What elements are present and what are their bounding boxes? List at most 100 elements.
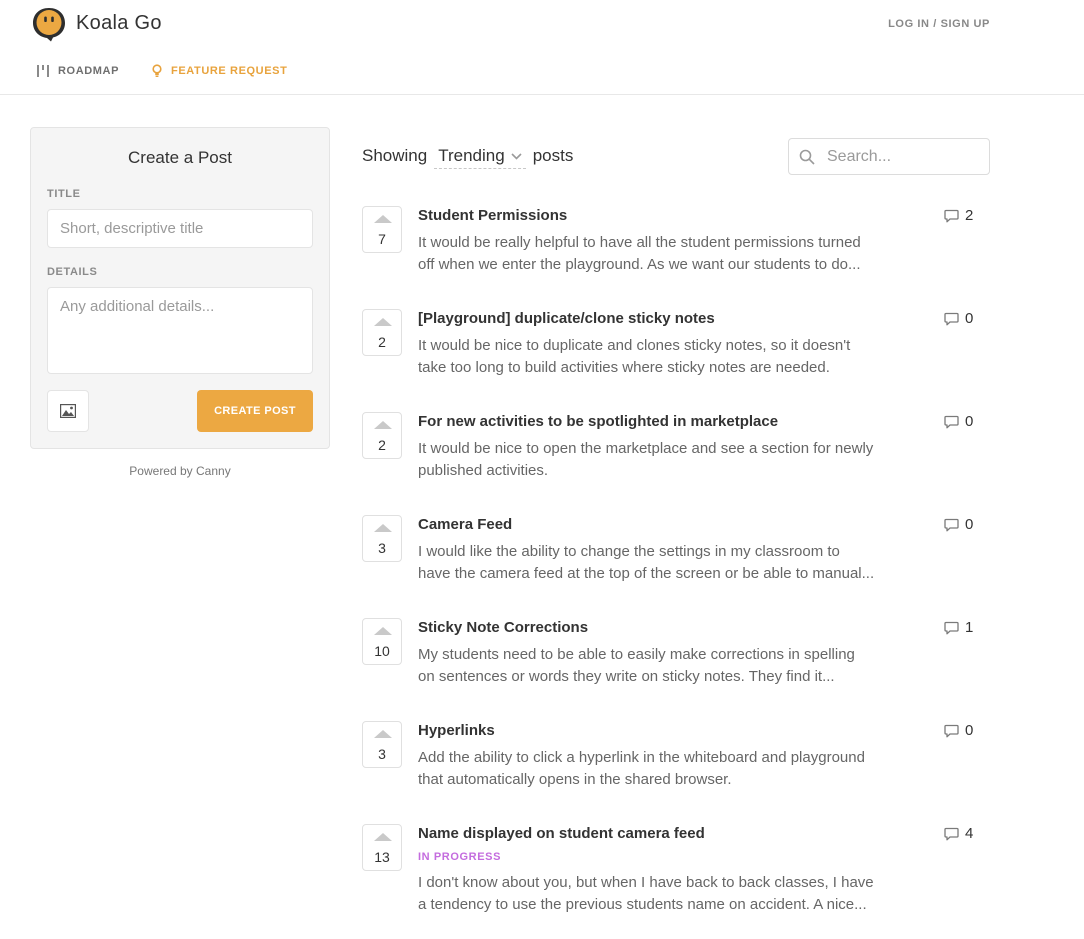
post-item: 3 Camera Feed I would like the ability t… (362, 515, 990, 595)
title-field-label: TITLE (47, 188, 81, 200)
details-textarea[interactable] (47, 287, 313, 374)
vote-count: 2 (378, 437, 386, 453)
koala-logo-icon[interactable] (31, 6, 67, 42)
post-description-line: I would like the ability to change the s… (418, 543, 840, 560)
top-header: Koala Go LOG IN / SIGN UP ROADMAP FEATUR… (0, 0, 1084, 95)
comment-count: 0 (965, 413, 974, 430)
comment-icon (944, 621, 959, 634)
upvote-arrow-icon (374, 833, 392, 841)
post-title[interactable]: Student Permissions (418, 207, 567, 224)
upvote-button[interactable]: 3 (362, 721, 402, 768)
comment-icon (944, 724, 959, 737)
post-description[interactable]: I don't know about you, but when I have … (418, 872, 922, 916)
comment-count: 2 (965, 207, 974, 224)
main-nav: ROADMAP FEATURE REQUEST (36, 62, 287, 80)
comment-count-button[interactable]: 1 (944, 619, 973, 636)
comment-icon (944, 312, 959, 325)
upvote-arrow-icon (374, 421, 392, 429)
nav-feature-request-label: FEATURE REQUEST (171, 65, 288, 77)
upvote-button[interactable]: 13 (362, 824, 402, 871)
post-description-line: It would be nice to open the marketplace… (418, 440, 874, 457)
vote-count: 3 (378, 746, 386, 762)
roadmap-icon (37, 65, 49, 77)
post-description-line: It would be really helpful to have all t… (418, 234, 861, 251)
upvote-button[interactable]: 2 (362, 309, 402, 356)
vote-count: 3 (378, 540, 386, 556)
powered-by-canny[interactable]: Powered by Canny (30, 464, 330, 478)
comment-count: 0 (965, 516, 974, 533)
login-signup-link[interactable]: LOG IN / SIGN UP (888, 18, 990, 30)
sort-dropdown[interactable]: Trending (434, 146, 526, 169)
post-description-line: a tendency to use the previous students … (418, 896, 867, 913)
post-title[interactable]: Camera Feed (418, 516, 512, 533)
post-description[interactable]: Add the ability to click a hyperlink in … (418, 747, 922, 791)
vote-count: 10 (374, 643, 390, 659)
post-description-line: Add the ability to click a hyperlink in … (418, 749, 865, 766)
showing-prefix: Showing (362, 146, 428, 165)
attach-image-button[interactable] (47, 390, 89, 432)
sort-value: Trending (438, 146, 505, 165)
create-post-button[interactable]: CREATE POST (197, 390, 313, 432)
post-description-line: It would be nice to duplicate and clones… (418, 337, 851, 354)
chevron-down-icon (511, 152, 522, 160)
post-item: 2 For new activities to be spotlighted i… (362, 412, 990, 492)
post-description[interactable]: I would like the ability to change the s… (418, 541, 922, 585)
upvote-button[interactable]: 10 (362, 618, 402, 665)
post-description-line: My students need to be able to easily ma… (418, 646, 855, 663)
lightbulb-icon (152, 64, 162, 77)
post-description-line: off when we enter the playground. As we … (418, 256, 861, 273)
comment-count: 1 (965, 619, 974, 636)
comment-icon (944, 209, 959, 222)
vote-count: 13 (374, 849, 390, 865)
upvote-button[interactable]: 3 (362, 515, 402, 562)
comment-count-button[interactable]: 0 (944, 722, 973, 739)
post-description-line: I don't know about you, but when I have … (418, 874, 874, 891)
comment-icon (944, 518, 959, 531)
post-description-line: take too long to build activities where … (418, 359, 830, 376)
comment-icon (944, 415, 959, 428)
comment-count-button[interactable]: 0 (944, 413, 973, 430)
post-description[interactable]: It would be nice to duplicate and clones… (418, 335, 922, 379)
search-input[interactable] (827, 147, 977, 166)
post-title[interactable]: Hyperlinks (418, 722, 495, 739)
post-description-line: have the camera feed at the top of the s… (418, 565, 875, 582)
upvote-arrow-icon (374, 730, 392, 738)
upvote-arrow-icon (374, 524, 392, 532)
nav-roadmap-label: ROADMAP (58, 65, 120, 77)
comment-count-button[interactable]: 0 (944, 516, 973, 533)
vote-count: 2 (378, 334, 386, 350)
comment-icon (944, 827, 959, 840)
post-title[interactable]: For new activities to be spotlighted in … (418, 413, 778, 430)
post-item: 13 Name displayed on student camera feed… (362, 824, 990, 913)
comment-count-button[interactable]: 0 (944, 310, 973, 327)
nav-roadmap[interactable]: ROADMAP (36, 62, 119, 80)
post-description[interactable]: My students need to be able to easily ma… (418, 644, 922, 688)
post-description[interactable]: It would be really helpful to have all t… (418, 232, 922, 276)
search-box (788, 138, 990, 175)
upvote-button[interactable]: 2 (362, 412, 402, 459)
comment-count-button[interactable]: 2 (944, 207, 973, 224)
post-item: 7 Student Permissions It would be really… (362, 206, 990, 286)
title-input[interactable] (47, 209, 313, 248)
post-item: 10 Sticky Note Corrections My students n… (362, 618, 990, 698)
create-post-heading: Create a Post (128, 148, 232, 167)
post-title[interactable]: Name displayed on student camera feed (418, 825, 705, 842)
post-item: 3 Hyperlinks Add the ability to click a … (362, 721, 990, 801)
upvote-button[interactable]: 7 (362, 206, 402, 253)
brand-name[interactable]: Koala Go (76, 12, 162, 35)
comment-count: 0 (965, 722, 974, 739)
upvote-arrow-icon (374, 215, 392, 223)
image-icon (60, 404, 76, 418)
post-item: 2 [Playground] duplicate/clone sticky no… (362, 309, 990, 389)
upvote-arrow-icon (374, 318, 392, 326)
upvote-arrow-icon (374, 627, 392, 635)
comment-count-button[interactable]: 4 (944, 825, 973, 842)
post-description[interactable]: It would be nice to open the marketplace… (418, 438, 922, 482)
sort-row: Showing Trending posts (362, 146, 573, 169)
comment-count: 0 (965, 310, 974, 327)
post-title[interactable]: [Playground] duplicate/clone sticky note… (418, 310, 715, 327)
showing-suffix: posts (532, 146, 574, 165)
post-title[interactable]: Sticky Note Corrections (418, 619, 588, 636)
details-field-label: DETAILS (47, 266, 98, 278)
nav-feature-request[interactable]: FEATURE REQUEST (151, 62, 287, 80)
